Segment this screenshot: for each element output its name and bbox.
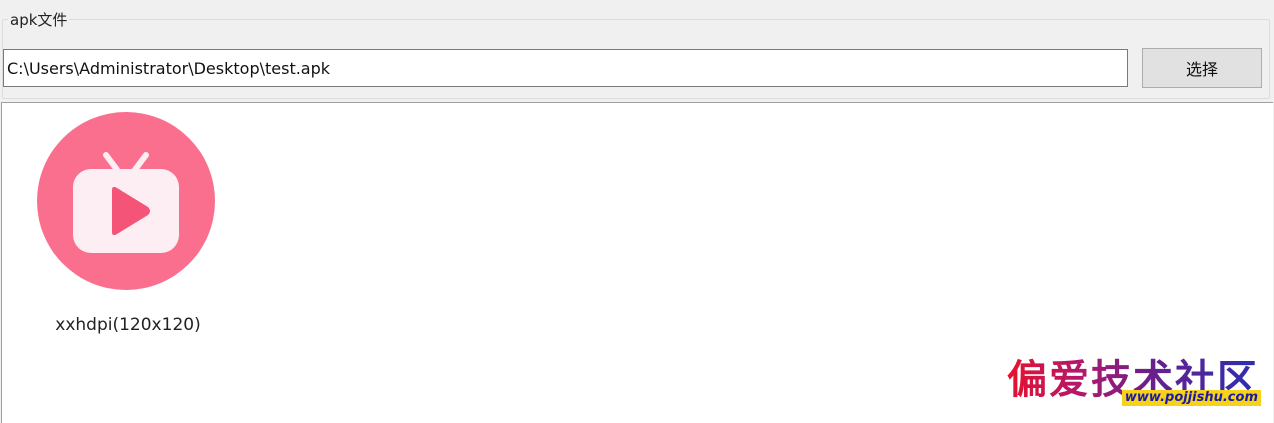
icon-item-xxhdpi[interactable]: xxhdpi(120x120) [30, 111, 226, 341]
watermark-url: www.pojjishu.com [1121, 390, 1261, 406]
watermark-logo: 偏爱技术社区 www.pojjishu.com [965, 347, 1265, 409]
icon-preview-panel: xxhdpi(120x120) 偏爱技术社区 www.pojjishu.com [1, 102, 1273, 423]
groupbox-title: apk文件 [8, 10, 70, 30]
apk-path-field[interactable] [3, 49, 1128, 87]
app-window: apk文件 选择 xxhdpi(120x120) 偏爱技术社区 www.pojj… [0, 0, 1274, 423]
select-file-button[interactable]: 选择 [1142, 48, 1262, 88]
tv-play-icon [37, 112, 215, 290]
icon-caption: xxhdpi(120x120) [55, 315, 201, 335]
apk-file-groupbox: apk文件 选择 [0, 0, 1272, 99]
